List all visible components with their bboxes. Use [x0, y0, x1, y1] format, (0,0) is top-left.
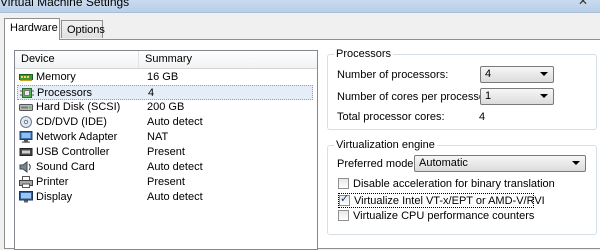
device-row-cd-dvd[interactable]: CD/DVD (IDE) Auto detect: [15, 115, 317, 130]
device-row-memory[interactable]: Memory 16 GB: [15, 70, 317, 85]
num-processors-select[interactable]: 4: [480, 66, 554, 83]
cd-dvd-icon: [20, 116, 32, 128]
device-name: Network Adapter: [36, 131, 118, 143]
close-icon[interactable]: ✕: [570, 0, 596, 8]
display-icon: [19, 191, 33, 203]
title-bar: Virtual Machine Settings ✕: [0, 0, 600, 13]
usb-controller-icon: [19, 148, 33, 156]
chevron-down-icon: [540, 94, 548, 98]
processor-icon: [20, 88, 34, 98]
processors-group-legend: Processors: [334, 47, 394, 61]
virtualization-engine-group: Virtualization engine Preferred mode: Au…: [327, 138, 597, 235]
device-list[interactable]: Device Summary Memory 16 GB Processors 4…: [14, 50, 318, 250]
device-row-sound-card[interactable]: Sound Card Auto detect: [15, 160, 317, 175]
device-row-printer[interactable]: Printer Present: [15, 175, 317, 190]
virtualization-group-legend: Virtualization engine: [334, 138, 437, 152]
device-summary: NAT: [147, 131, 169, 143]
device-row-display[interactable]: Display Auto detect: [15, 190, 317, 205]
checkbox-label: Virtualize Intel VT-x/EPT or AMD-V/RVI: [354, 195, 545, 207]
device-row-network-adapter[interactable]: Network Adapter NAT: [15, 130, 317, 145]
device-name: Hard Disk (SCSI): [36, 101, 121, 113]
device-name: CD/DVD (IDE): [36, 116, 107, 128]
sound-card-icon: [19, 161, 31, 173]
device-name: Display: [36, 191, 73, 203]
total-cores-value: 4: [479, 111, 486, 123]
preferred-mode-select[interactable]: Automatic: [414, 155, 586, 172]
device-summary: 200 GB: [147, 101, 185, 113]
chevron-down-icon: [540, 72, 548, 76]
cores-per-processor-label: Number of cores per processor:: [337, 91, 492, 103]
device-summary: Auto detect: [147, 161, 203, 173]
cores-per-processor-select[interactable]: 1: [480, 88, 554, 105]
column-header-device[interactable]: Device: [15, 51, 139, 68]
device-rows: Memory 16 GB Processors 4 Hard Disk (SCS…: [15, 70, 317, 205]
device-row-hard-disk[interactable]: Hard Disk (SCSI) 200 GB: [15, 100, 317, 115]
cores-per-processor-value: 1: [485, 90, 492, 102]
checkbox-box[interactable]: [338, 178, 349, 189]
memory-icon: [19, 74, 33, 81]
device-name: Processors: [37, 87, 93, 99]
preferred-mode-value: Automatic: [419, 157, 468, 169]
device-summary: Auto detect: [147, 191, 203, 203]
num-processors-value: 4: [485, 68, 492, 80]
total-cores-label: Total processor cores:: [337, 111, 445, 123]
device-row-processors[interactable]: Processors 4: [17, 85, 313, 100]
tab-hardware[interactable]: Hardware: [4, 18, 60, 40]
checkbox-box[interactable]: ✓: [339, 193, 350, 206]
hard-disk-icon: [19, 104, 33, 111]
device-summary: Auto detect: [147, 116, 203, 128]
preferred-mode-label: Preferred mode:: [337, 158, 417, 170]
virtualize-vtx-checkbox[interactable]: ✓ Virtualize Intel VT-x/EPT or AMD-V/RVI: [338, 193, 545, 208]
device-name: USB Controller: [36, 146, 110, 158]
window-title: Virtual Machine Settings: [0, 0, 130, 9]
processors-group: Processors Number of processors: 4 Numbe…: [327, 47, 597, 130]
device-name: Sound Card: [36, 161, 95, 173]
checkmark-icon: ✓: [340, 193, 350, 205]
checkbox-label: Disable acceleration for binary translat…: [353, 178, 555, 190]
num-processors-label: Number of processors:: [337, 69, 449, 81]
printer-icon: [19, 176, 33, 188]
device-name: Printer: [36, 176, 69, 188]
device-row-usb-controller[interactable]: USB Controller Present: [15, 145, 317, 160]
device-summary: 4: [148, 87, 155, 99]
checkbox-box[interactable]: [338, 210, 349, 221]
tab-options[interactable]: Options: [61, 20, 105, 38]
device-summary: Present: [147, 146, 185, 158]
chevron-down-icon: [572, 161, 580, 165]
device-name: Memory: [36, 71, 76, 83]
device-list-header: Device Summary: [15, 51, 317, 69]
checkbox-label: Virtualize CPU performance counters: [353, 210, 535, 222]
network-adapter-icon: [19, 131, 33, 143]
device-summary: Present: [147, 176, 185, 188]
device-summary: 16 GB: [147, 71, 179, 83]
disable-acceleration-checkbox[interactable]: Disable acceleration for binary translat…: [338, 177, 578, 192]
virtualize-perf-counters-checkbox[interactable]: Virtualize CPU performance counters: [338, 209, 548, 224]
column-header-summary[interactable]: Summary: [139, 51, 317, 68]
